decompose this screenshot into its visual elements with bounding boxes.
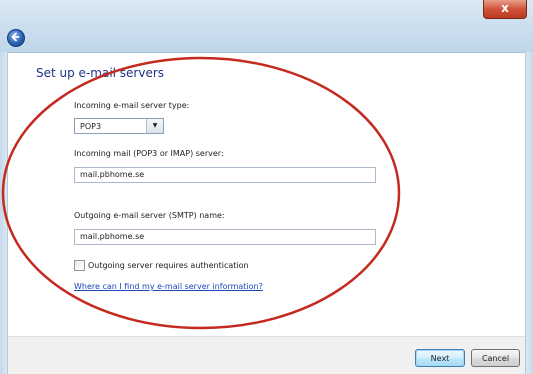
back-arrow-icon	[11, 32, 20, 42]
close-icon: x	[501, 1, 509, 15]
page-title: Set up e-mail servers	[36, 66, 165, 80]
incoming-type-label: Incoming e-mail server type:	[74, 101, 190, 110]
auth-checkbox[interactable]	[74, 260, 85, 271]
incoming-type-select[interactable]: POP3 ▼	[74, 118, 164, 134]
outgoing-server-input[interactable]: mail.pbhome.se	[74, 229, 376, 245]
next-button[interactable]: Next	[415, 349, 465, 367]
incoming-type-value: POP3	[80, 122, 102, 131]
chevron-down-icon[interactable]: ▼	[146, 119, 163, 133]
close-button[interactable]: x	[483, 0, 527, 19]
button-bar: Next Cancel	[8, 336, 525, 374]
incoming-server-input[interactable]: mail.pbhome.se	[74, 167, 376, 183]
title-bar: x	[0, 0, 533, 53]
incoming-server-label: Incoming mail (POP3 or IMAP) server:	[74, 149, 224, 158]
outgoing-server-label: Outgoing e-mail server (SMTP) name:	[74, 211, 225, 220]
window-frame-right	[525, 52, 533, 374]
server-info-help-link[interactable]: Where can I find my e-mail server inform…	[74, 282, 263, 291]
auth-checkbox-label[interactable]: Outgoing server requires authentication	[88, 261, 249, 270]
setup-email-window: x Set up e-mail servers Incoming e-mail …	[0, 0, 533, 374]
cancel-button[interactable]: Cancel	[471, 349, 520, 367]
form-content: Set up e-mail servers Incoming e-mail se…	[8, 53, 525, 336]
back-button[interactable]	[7, 29, 25, 47]
window-frame-left	[0, 52, 8, 374]
